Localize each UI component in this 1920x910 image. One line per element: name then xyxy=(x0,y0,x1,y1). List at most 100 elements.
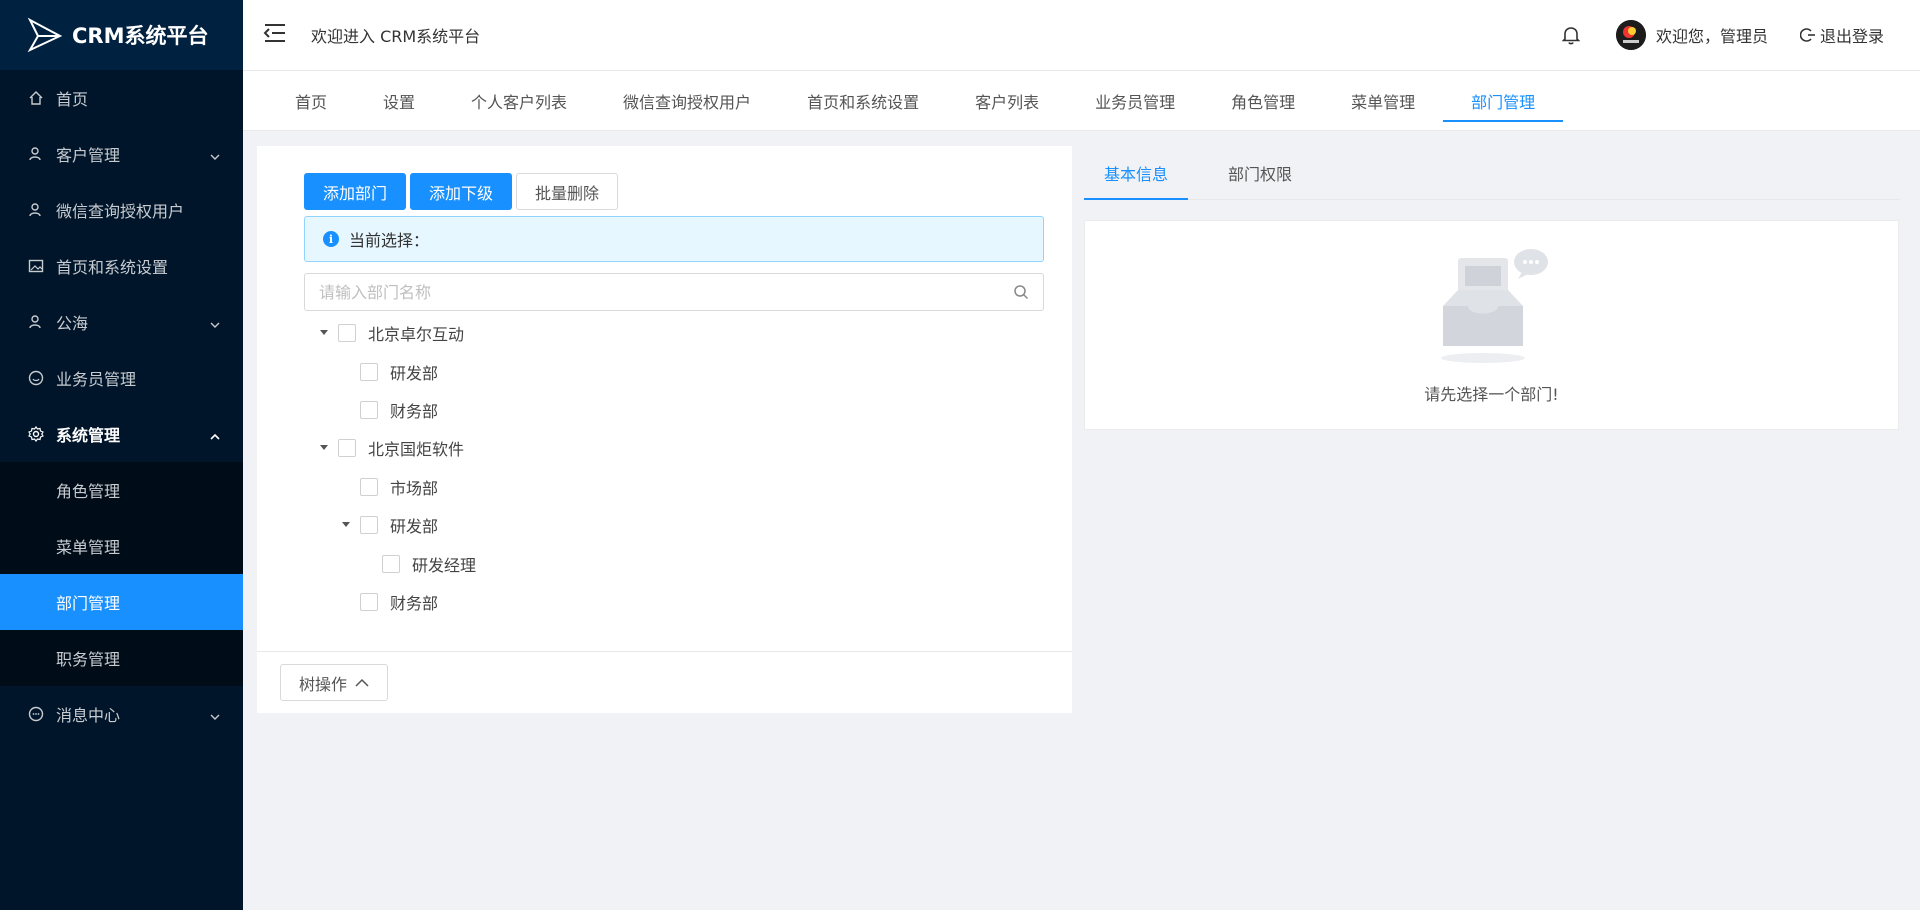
tab-salesman[interactable]: 业务员管理 xyxy=(1067,71,1203,130)
tab-basic-info[interactable]: 基本信息 xyxy=(1084,146,1189,200)
tree-node[interactable]: 财务部 xyxy=(316,391,476,429)
sidebar-item-home-settings[interactable]: 首页和系统设置 xyxy=(0,238,243,294)
logo-icon xyxy=(27,17,63,53)
logout-label: 退出登录 xyxy=(1819,27,1884,46)
user-greeting[interactable]: 欢迎您，管理员 xyxy=(1656,23,1768,47)
batch-delete-button[interactable]: 批量删除 xyxy=(516,173,619,210)
sidebar-item-menu[interactable]: 菜单管理 xyxy=(0,518,243,574)
sidebar-item-label: 菜单管理 xyxy=(56,538,121,557)
chevron-up-icon xyxy=(355,678,369,687)
tree-checkbox[interactable] xyxy=(382,554,400,573)
sidebar-item-home[interactable]: 首页 xyxy=(0,70,243,126)
tree-node[interactable]: 研发经理 xyxy=(316,544,476,582)
tree-operations-button[interactable]: 树操作 xyxy=(280,664,389,701)
empty-inbox-icon xyxy=(1441,249,1548,363)
tab-label: 首页 xyxy=(295,92,328,112)
tree-node[interactable]: 北京国炬软件 xyxy=(316,429,476,467)
tab-personal-customers[interactable]: 个人客户列表 xyxy=(443,71,595,130)
department-search xyxy=(304,273,1044,311)
sidebar-item-salesman[interactable]: 业务员管理 xyxy=(0,350,243,406)
department-search-input[interactable] xyxy=(305,274,1013,310)
sidebar-item-messages[interactable]: 消息中心 xyxy=(0,686,243,742)
tab-department-permissions[interactable]: 部门权限 xyxy=(1208,146,1312,199)
chevron-down-icon xyxy=(209,148,221,167)
sidebar-item-role[interactable]: 角色管理 xyxy=(0,462,243,518)
department-tree-panel: 添加部门 添加下级 批量删除 i 当前选择： 北京卓尔互动 研发部 财务部 xyxy=(257,146,1072,713)
sidebar-item-system[interactable]: 系统管理 xyxy=(0,406,243,462)
home-icon xyxy=(28,90,44,106)
tree-checkbox[interactable] xyxy=(360,400,378,419)
sidebar: CRM系统平台 首页 客户管理 微信查询授权用户 首页和系统设置 公海 业务员管… xyxy=(0,0,243,910)
app-title: CRM系统平台 xyxy=(72,24,209,48)
tab-customer-list[interactable]: 客户列表 xyxy=(947,71,1067,130)
tab-home-settings[interactable]: 首页和系统设置 xyxy=(779,71,947,130)
sidebar-item-customer[interactable]: 客户管理 xyxy=(0,126,243,182)
tree-checkbox[interactable] xyxy=(360,362,378,381)
tab-label: 业务员管理 xyxy=(1095,92,1176,112)
tree-checkbox[interactable] xyxy=(360,477,378,496)
tab-role[interactable]: 角色管理 xyxy=(1203,71,1323,130)
sidebar-item-label: 系统管理 xyxy=(56,426,121,445)
chevron-down-icon xyxy=(209,708,221,727)
chevron-down-icon xyxy=(209,316,221,335)
tree-node[interactable]: 研发部 xyxy=(316,352,476,390)
sidebar-item-label: 职务管理 xyxy=(56,650,121,669)
tab-label: 角色管理 xyxy=(1231,92,1296,112)
tree-node-label: 财务部 xyxy=(390,401,439,421)
search-icon[interactable] xyxy=(1013,284,1029,300)
caret-down-icon[interactable] xyxy=(338,517,354,533)
header-right: 欢迎您，管理员 退出登录 xyxy=(1561,20,1884,50)
sidebar-item-label: 公海 xyxy=(56,314,89,333)
tab-label: 设置 xyxy=(383,92,416,112)
tree-checkbox[interactable] xyxy=(360,516,378,535)
tree-node[interactable]: 北京卓尔互动 xyxy=(316,314,476,352)
department-tree: 北京卓尔互动 研发部 财务部 北京国炬软件 市场部 研发部 研发经理 财务部 xyxy=(316,314,476,621)
sidebar-item-wechat-users[interactable]: 微信查询授权用户 xyxy=(0,182,243,238)
image-icon xyxy=(28,258,44,274)
tab-menu[interactable]: 菜单管理 xyxy=(1323,71,1443,130)
message-icon xyxy=(28,706,44,722)
tree-node-label: 研发经理 xyxy=(412,555,477,575)
sidebar-item-label: 角色管理 xyxy=(56,482,121,501)
sidebar-item-label: 消息中心 xyxy=(56,706,121,725)
tree-node-label: 北京国炬软件 xyxy=(368,440,465,460)
welcome-text: 欢迎进入 CRM系统平台 xyxy=(311,27,481,46)
sidebar-item-department[interactable]: 部门管理 xyxy=(0,574,243,630)
tab-department[interactable]: 部门管理 xyxy=(1443,71,1564,130)
chevron-up-icon xyxy=(209,428,221,447)
tab-home[interactable]: 首页 xyxy=(267,71,355,130)
tab-wechat-users[interactable]: 微信查询授权用户 xyxy=(595,71,779,130)
system-submenu: 角色管理 菜单管理 部门管理 职务管理 xyxy=(0,462,243,686)
tree-checkbox[interactable] xyxy=(338,439,356,458)
avatar[interactable] xyxy=(1615,20,1646,50)
sidebar-item-label: 客户管理 xyxy=(56,146,121,165)
user-icon xyxy=(28,146,44,162)
tree-node[interactable]: 财务部 xyxy=(316,583,476,621)
sidebar-item-label: 首页和系统设置 xyxy=(56,258,169,277)
caret-down-icon[interactable] xyxy=(316,325,332,341)
smile-icon xyxy=(28,370,44,386)
sidebar-item-public-sea[interactable]: 公海 xyxy=(0,294,243,350)
add-department-button[interactable]: 添加部门 xyxy=(304,173,407,210)
logout-icon xyxy=(1799,28,1815,42)
empty-state: 请先选择一个部门! xyxy=(1084,220,1899,430)
sidebar-item-position[interactable]: 职务管理 xyxy=(0,630,243,686)
sidebar-item-label: 部门管理 xyxy=(56,594,121,613)
tab-settings[interactable]: 设置 xyxy=(355,71,443,130)
app-logo[interactable]: CRM系统平台 xyxy=(0,0,243,70)
add-child-button[interactable]: 添加下级 xyxy=(410,173,513,210)
user-icon xyxy=(28,202,44,218)
tree-node-label: 研发部 xyxy=(390,517,439,537)
selection-alert-text: 当前选择： xyxy=(349,231,430,250)
tab-label: 客户列表 xyxy=(975,92,1040,112)
caret-down-icon[interactable] xyxy=(316,440,332,456)
tree-checkbox[interactable] xyxy=(360,592,378,611)
tree-node[interactable]: 市场部 xyxy=(316,468,476,506)
menu-fold-icon[interactable] xyxy=(263,22,287,48)
tree-node[interactable]: 研发部 xyxy=(316,506,476,544)
top-header: 欢迎进入 CRM系统平台 欢迎您，管理员 退出登录 xyxy=(243,0,1920,71)
selection-alert: i 当前选择： xyxy=(304,216,1044,262)
tree-checkbox[interactable] xyxy=(338,324,356,343)
logout-button[interactable]: 退出登录 xyxy=(1799,23,1884,47)
bell-icon[interactable] xyxy=(1561,25,1580,45)
